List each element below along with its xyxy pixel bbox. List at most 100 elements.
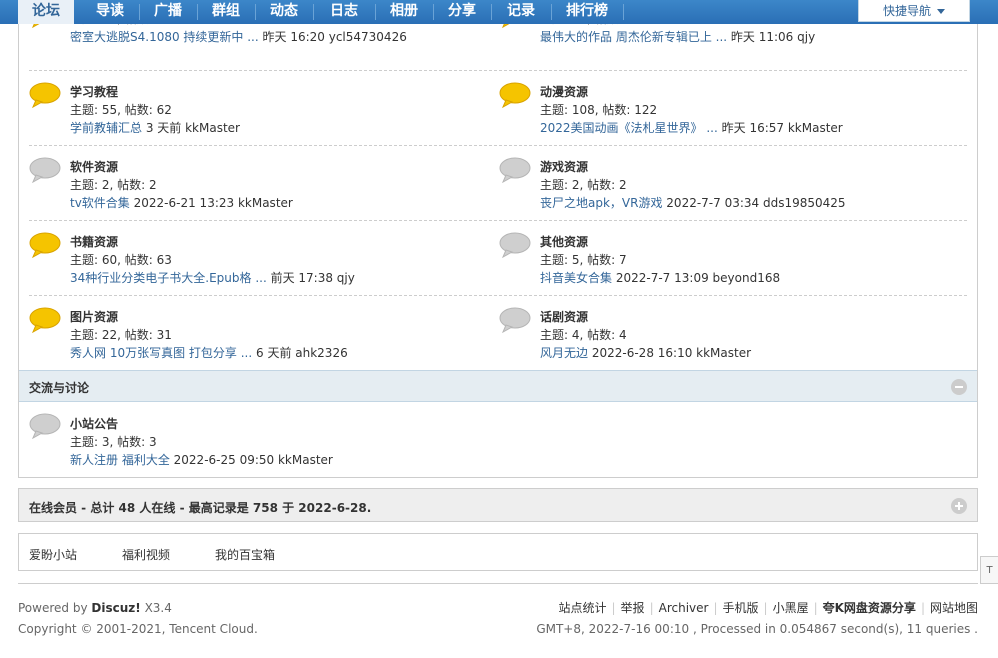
last-post-link[interactable]: 密室大逃脱S4.1080 持续更新中 ... xyxy=(70,30,259,44)
forum-name[interactable]: 游戏资源 xyxy=(540,158,588,175)
forum-stats: 主题: 3, 帖数: 3 xyxy=(70,435,157,449)
nav-blog[interactable]: 日志 xyxy=(314,0,374,24)
grey-bubble-icon xyxy=(29,413,61,439)
last-post-meta: 昨天 16:57 kkMaster xyxy=(721,121,843,135)
friend-link[interactable]: 爱盼小站 xyxy=(29,546,77,563)
forum-stats: 主题: 5, 帖数: 7 xyxy=(540,253,627,267)
yellow-bubble-icon xyxy=(499,82,531,108)
quick-nav-dropdown[interactable]: 快捷导航 xyxy=(858,0,970,22)
copyright-text: Copyright © 2001-2021, Tencent Cloud. xyxy=(18,622,258,636)
pipe-separator: | xyxy=(813,601,818,615)
last-post-link[interactable]: 风月无边 xyxy=(540,346,588,360)
footer-link-blackroom[interactable]: 小黑屋 xyxy=(773,601,809,615)
nav-guide[interactable]: 导读 xyxy=(82,0,138,24)
footer-divider xyxy=(18,583,978,584)
last-post-meta: 2022-6-21 13:23 kkMaster xyxy=(133,196,293,210)
forum-cell: 其他资源 主题: 5, 帖数: 7 抖音美女合集 2022-7-7 13:09 … xyxy=(489,220,959,295)
forum-name[interactable]: 学习教程 xyxy=(70,83,118,100)
nav-forum[interactable]: 论坛 xyxy=(18,0,74,24)
forum-cell: 学习教程 主题: 55, 帖数: 62 学前教辅汇总 3 天前 kkMaster xyxy=(19,70,489,145)
forum-cell: 软件资源 主题: 2, 帖数: 2 tv软件合集 2022-6-21 13:23… xyxy=(19,145,489,220)
powered-version: X3.4 xyxy=(144,601,172,615)
forum-name[interactable]: 小站公告 xyxy=(70,415,118,432)
last-post-meta: 6 天前 ahk2326 xyxy=(256,346,348,360)
nav-ranking[interactable]: 排行榜 xyxy=(552,0,622,24)
forum-name[interactable]: 书籍资源 xyxy=(70,233,118,250)
footer-links: 站点统计 | 举报 | Archiver | 手机版 | 小黑屋 | 夸K网盘资源分享 | 网站地图 G… xyxy=(536,598,978,640)
friend-links-box: 爱盼小站 福利视频 我的百宝箱 xyxy=(18,533,978,571)
footer-link-mobile[interactable]: 手机版 xyxy=(723,601,759,615)
last-post-link[interactable]: 2022美国动画《法札星世界》 ... xyxy=(540,121,718,135)
last-post-meta: 2022-6-28 16:10 kkMaster xyxy=(591,346,752,360)
quick-nav-label: 快捷导航 xyxy=(882,4,931,18)
last-post-link[interactable]: 丧尸之地apk，VR游戏 xyxy=(540,196,662,210)
yellow-bubble-icon xyxy=(29,232,61,258)
nav-groups[interactable]: 群组 xyxy=(198,0,254,24)
nav-separator xyxy=(623,4,624,20)
forum-stats: 主题: 4, 帖数: 4 xyxy=(540,328,627,342)
section-header-discussion[interactable]: 交流与讨论 xyxy=(19,370,977,402)
last-post-link[interactable]: 抖音美女合集 xyxy=(540,271,612,285)
nav-album[interactable]: 相册 xyxy=(376,0,432,24)
pipe-separator: | xyxy=(713,601,718,615)
forum-list: 主题: 25, 帖数: 39 密室大逃脱S4.1080 持续更新中 ... 昨天… xyxy=(18,0,978,478)
last-post-meta: 昨天 16:20 ycl54730426 xyxy=(262,30,407,44)
yellow-bubble-icon xyxy=(29,82,61,108)
grey-bubble-icon xyxy=(499,307,531,333)
main-nav-bar: 论坛 导读 广播 群组 动态 日志 相册 分享 记录 排行榜 快捷导航 xyxy=(0,0,998,24)
pipe-separator: | xyxy=(920,601,925,615)
pipe-separator: | xyxy=(763,601,768,615)
online-members-text: 在线会员 - 总计 48 人在线 - 最高记录是 758 于 2022-6-28… xyxy=(29,501,372,515)
online-members-bar[interactable]: 在线会员 - 总计 48 人在线 - 最高记录是 758 于 2022-6-28… xyxy=(18,488,978,522)
nav-broadcast[interactable]: 广播 xyxy=(140,0,196,24)
friend-link[interactable]: 我的百宝箱 xyxy=(215,546,275,563)
last-post-link[interactable]: 秀人网 10万张写真图 打包分享 ... xyxy=(70,346,252,360)
grey-bubble-icon xyxy=(499,157,531,183)
footer-link-sitemap[interactable]: 网站地图 xyxy=(930,601,978,615)
collapse-icon[interactable] xyxy=(951,379,967,395)
forum-cell: 小站公告 主题: 3, 帖数: 3 新人注册 福利大全 2022-6-25 09… xyxy=(19,402,489,477)
chevron-down-icon xyxy=(937,9,945,14)
forum-name[interactable]: 图片资源 xyxy=(70,308,118,325)
grey-bubble-icon xyxy=(499,232,531,258)
section-title: 交流与讨论 xyxy=(29,381,90,395)
nav-share[interactable]: 分享 xyxy=(434,0,490,24)
yellow-bubble-icon xyxy=(29,307,61,333)
forum-name[interactable]: 动漫资源 xyxy=(540,83,588,100)
forum-cell: 图片资源 主题: 22, 帖数: 31 秀人网 10万张写真图 打包分享 ...… xyxy=(19,295,489,370)
powered-prefix: Powered by xyxy=(18,601,88,615)
forum-name[interactable]: 话剧资源 xyxy=(540,308,588,325)
nav-records[interactable]: 记录 xyxy=(492,0,550,24)
forum-stats: 主题: 2, 帖数: 2 xyxy=(540,178,627,192)
discuz-link[interactable]: Discuz! xyxy=(91,601,140,615)
last-post-link[interactable]: 新人注册 福利大全 xyxy=(70,453,170,467)
footer-link-stats[interactable]: 站点统计 xyxy=(558,601,606,615)
last-post-link[interactable]: tv软件合集 xyxy=(70,196,130,210)
footer-link-archiver[interactable]: Archiver xyxy=(659,601,709,615)
server-status-text: GMT+8, 2022-7-16 00:10 , Processed in 0.… xyxy=(536,622,978,636)
forum-stats: 主题: 108, 帖数: 122 xyxy=(540,103,658,117)
forum-cell: 书籍资源 主题: 60, 帖数: 63 34种行业分类电子书大全.Epub格 .… xyxy=(19,220,489,295)
forum-stats: 主题: 2, 帖数: 2 xyxy=(70,178,157,192)
last-post-meta: 前天 17:38 qjy xyxy=(270,271,355,285)
last-post-meta: 2022-7-7 13:09 beyond168 xyxy=(615,271,781,285)
last-post-link[interactable]: 学前教辅汇总 xyxy=(70,121,142,135)
forum-stats: 主题: 60, 帖数: 63 xyxy=(70,253,172,267)
footer-link-report[interactable]: 举报 xyxy=(621,601,645,615)
pipe-separator: | xyxy=(649,601,654,615)
last-post-meta: 2022-7-7 03:34 dds19850425 xyxy=(666,196,846,210)
footer-link-sitename[interactable]: 夸K网盘资源分享 xyxy=(823,601,916,615)
forum-name[interactable]: 其他资源 xyxy=(540,233,588,250)
last-post-meta: 昨天 11:06 qjy xyxy=(730,30,816,44)
forum-name[interactable]: 软件资源 xyxy=(70,158,118,175)
last-post-link[interactable]: 34种行业分类电子书大全.Epub格 ... xyxy=(70,271,267,285)
forum-cell: 动漫资源 主题: 108, 帖数: 122 2022美国动画《法札星世界》 ..… xyxy=(489,70,959,145)
nav-feed[interactable]: 动态 xyxy=(256,0,312,24)
forum-cell: 游戏资源 主题: 2, 帖数: 2 丧尸之地apk，VR游戏 2022-7-7 … xyxy=(489,145,959,220)
last-post-link[interactable]: 最伟大的作品 周杰伦新专辑已上 ... xyxy=(540,30,727,44)
friend-link[interactable]: 福利视频 xyxy=(122,546,170,563)
expand-icon[interactable] xyxy=(951,498,967,514)
grey-bubble-icon xyxy=(29,157,61,183)
forum-stats: 主题: 22, 帖数: 31 xyxy=(70,328,172,342)
back-to-top-tab[interactable]: T xyxy=(980,556,998,584)
